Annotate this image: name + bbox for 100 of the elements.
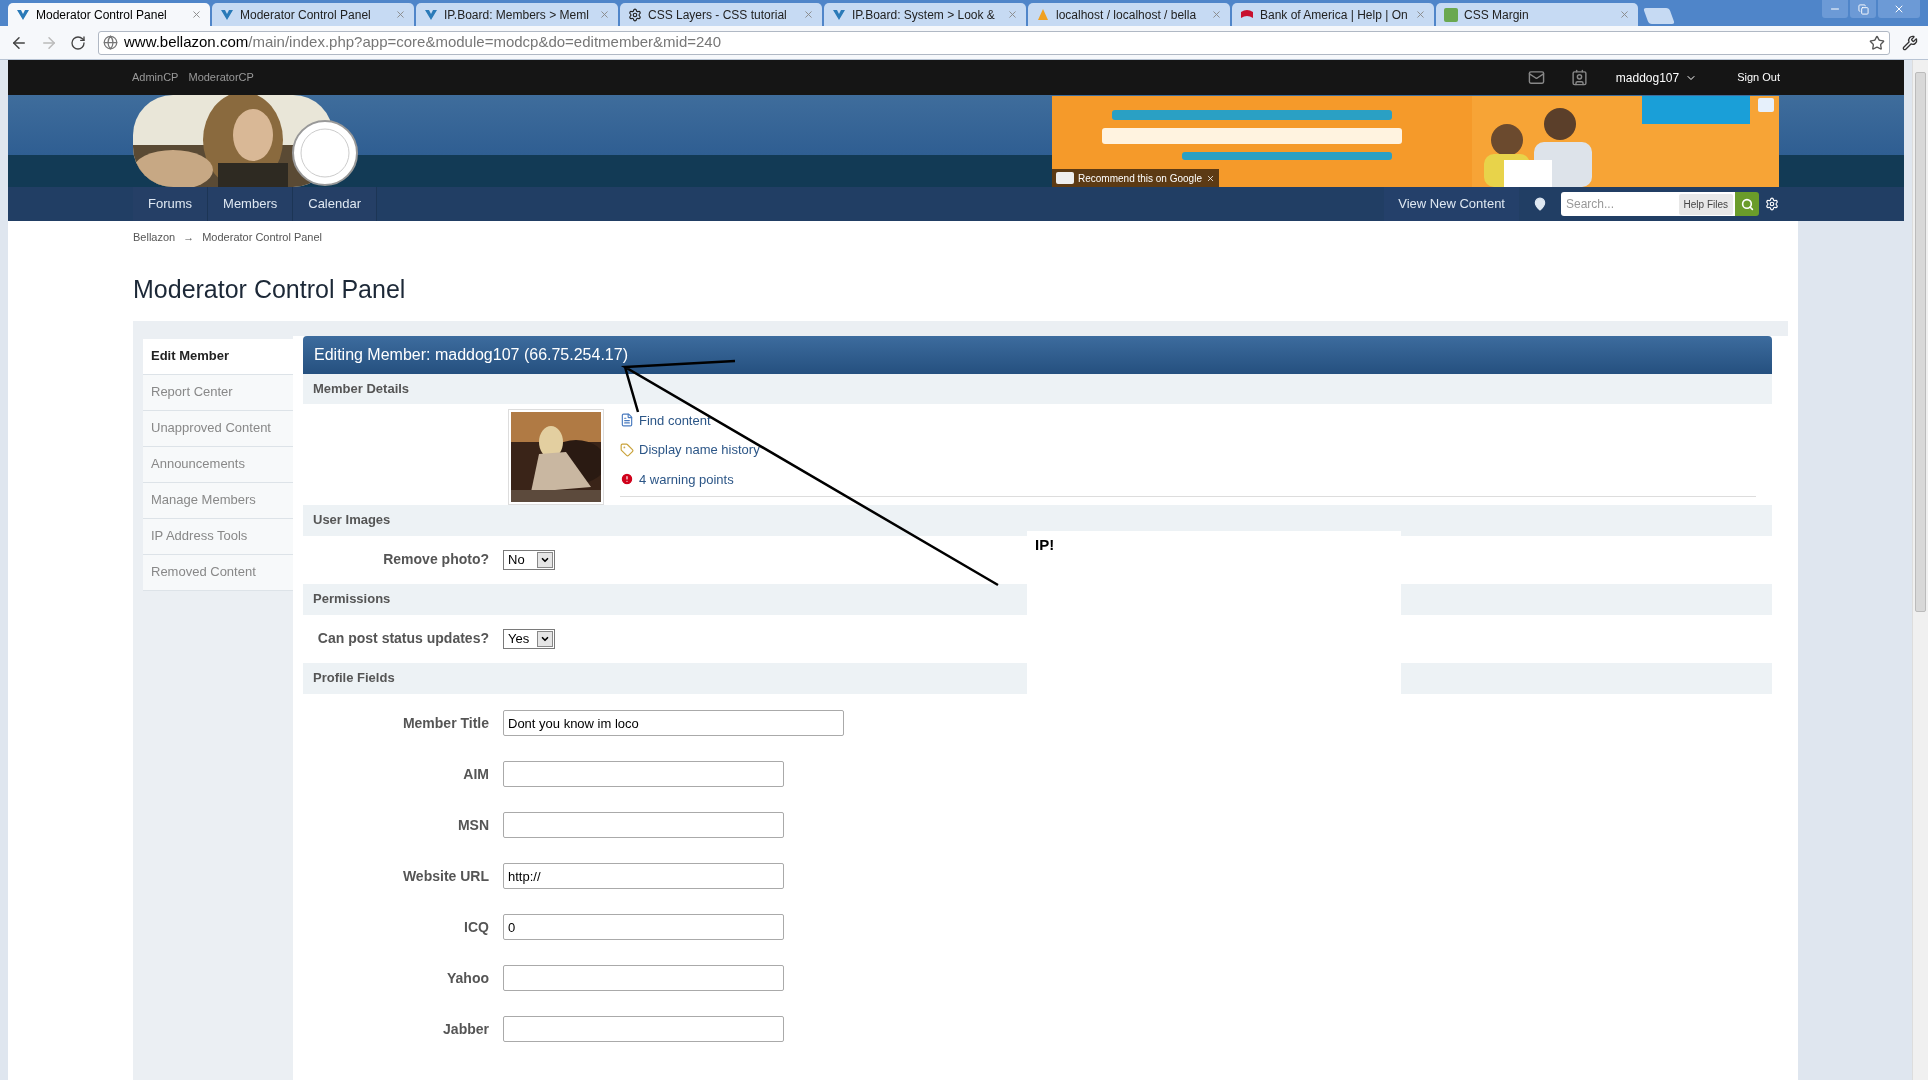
tab-title: CSS Margin <box>1464 6 1530 24</box>
minimize-button[interactable] <box>1822 0 1848 18</box>
field-label: MSN <box>456 815 489 835</box>
restore-icon <box>1857 3 1869 15</box>
section-header: Member Details <box>303 373 1772 404</box>
browser-tab[interactable]: Bank of America | Help | On <box>1232 3 1434 26</box>
warning-icon <box>620 472 634 487</box>
scrollbar-thumb[interactable] <box>1915 72 1926 612</box>
gear-icon <box>628 7 642 22</box>
close-icon <box>1205 173 1215 183</box>
browser-tab[interactable]: CSS Layers - CSS tutorial <box>620 3 822 26</box>
close-icon[interactable] <box>803 9 814 20</box>
contact-card-icon[interactable] <box>1570 69 1588 86</box>
board-logo-icon <box>424 7 438 22</box>
breadcrumb-link[interactable]: Bellazon <box>133 228 176 246</box>
tab-title: Moderator Control Panel <box>36 6 168 24</box>
document-icon <box>620 413 634 428</box>
text-input[interactable] <box>503 761 784 787</box>
restore-button[interactable] <box>1850 0 1876 18</box>
close-icon[interactable] <box>191 9 202 20</box>
sidebar-item[interactable]: Removed Content <box>143 554 293 591</box>
globe-icon <box>103 35 118 50</box>
board-logo-icon <box>832 7 846 22</box>
annotation-note: IP! <box>1035 536 1055 553</box>
field-label: Remove photo? <box>382 550 489 569</box>
tab-title: Bank of America | Help | On <box>1260 6 1409 24</box>
browser-tab[interactable]: IP.Board: System > Look & <box>824 3 1026 26</box>
breadcrumb-arrow: → <box>183 229 195 245</box>
close-icon[interactable] <box>599 9 610 20</box>
breadcrumb-link[interactable]: Moderator Control Panel <box>202 228 323 246</box>
text-input[interactable]: http:// <box>503 863 784 889</box>
search-button[interactable] <box>1735 192 1759 216</box>
url-text: www.bellazon.com/main/index.php?app=core&module=modcp&do=editmember&mid=240 <box>124 32 722 53</box>
map-pin-icon[interactable] <box>1533 197 1547 211</box>
field-label: AIM <box>462 764 489 784</box>
field-label: Member Title <box>401 713 489 733</box>
text-input[interactable] <box>503 812 784 838</box>
help-files-button[interactable]: Help Files <box>1678 193 1733 215</box>
field-label: ICQ <box>463 917 489 937</box>
bookmark-star-icon[interactable] <box>1869 34 1885 51</box>
google-plus-icon <box>1056 172 1074 184</box>
sidebar-item[interactable]: Edit Member <box>143 338 293 375</box>
close-icon <box>1893 3 1905 15</box>
browser-tab[interactable]: CSS Margin <box>1436 3 1638 26</box>
close-icon[interactable] <box>1415 9 1426 20</box>
reload-icon[interactable] <box>70 34 86 51</box>
close-icon[interactable] <box>1619 9 1630 20</box>
board-logo-icon <box>220 7 234 22</box>
close-icon[interactable] <box>1007 9 1018 20</box>
tab-title: IP.Board: Members > Meml <box>444 6 590 24</box>
close-icon[interactable] <box>1211 9 1222 20</box>
sail-icon <box>1036 7 1050 22</box>
member-action-link[interactable]: Display name history <box>639 440 760 460</box>
field-label: Website URL <box>401 866 489 886</box>
search-field[interactable]: Search... Help Files <box>1561 192 1735 216</box>
admin-link[interactable]: AdminCP <box>132 69 179 86</box>
admin-link[interactable]: ModeratorCP <box>188 69 254 86</box>
page-title: Moderator Control Panel <box>133 274 407 305</box>
text-input[interactable] <box>503 965 784 991</box>
dropdown[interactable]: Yes <box>503 628 555 649</box>
field-label: Yahoo <box>446 968 489 988</box>
browser-tab[interactable]: IP.Board: Members > Meml <box>416 3 618 26</box>
panel-header: Editing Member: maddog107 (66.75.254.17) <box>303 335 1772 374</box>
field-label: Jabber <box>442 1019 489 1039</box>
browser-tab[interactable]: Moderator Control Panel <box>8 3 210 26</box>
tab-title: localhost / localhost / bella <box>1056 6 1198 24</box>
nav-tab[interactable]: Calendar <box>293 187 377 221</box>
close-icon[interactable] <box>395 9 406 20</box>
sidebar-item[interactable]: Announcements <box>143 446 293 483</box>
member-action-link[interactable]: Find content <box>639 410 711 430</box>
browser-tab[interactable]: localhost / localhost / bella <box>1028 3 1230 26</box>
sidebar-item[interactable]: Unapproved Content <box>143 410 293 447</box>
member-action-link[interactable]: 4 warning points <box>639 469 734 489</box>
recommend-button[interactable]: Recommend this on Google <box>1052 169 1219 187</box>
wrench-icon[interactable] <box>1902 34 1918 51</box>
address-field[interactable]: www.bellazon.com/main/index.php?app=core&module=modcp&do=editmember&mid=240 <box>98 30 1890 55</box>
new-tab-button[interactable] <box>1643 8 1675 24</box>
close-window-button[interactable] <box>1878 0 1920 18</box>
view-new-content-link[interactable]: View New Content <box>1384 187 1519 221</box>
dropdown[interactable]: No <box>503 549 555 570</box>
text-input[interactable]: 0 <box>503 914 784 940</box>
text-input[interactable]: Dont you know im loco <box>503 710 844 736</box>
user-menu[interactable]: maddog107 <box>1615 68 1698 87</box>
settings-icon[interactable] <box>1765 197 1779 211</box>
section-header: User Images <box>303 504 1772 536</box>
nav-tab[interactable]: Members <box>208 187 294 221</box>
nav-tab[interactable]: Forums <box>133 187 209 221</box>
browser-tab[interactable]: Moderator Control Panel <box>212 3 414 26</box>
sign-out-link[interactable]: Sign Out <box>1737 69 1780 86</box>
w3-logo-icon <box>1444 7 1458 22</box>
sidebar-item[interactable]: Report Center <box>143 374 293 411</box>
sidebar-item[interactable]: Manage Members <box>143 482 293 519</box>
text-input[interactable] <box>503 1016 784 1042</box>
search-icon <box>1740 197 1754 211</box>
mail-icon[interactable] <box>1527 69 1545 86</box>
tab-title: Moderator Control Panel <box>240 6 372 24</box>
tab-title: IP.Board: System > Look & <box>852 6 996 24</box>
tab-title: CSS Layers - CSS tutorial <box>648 6 788 24</box>
board-logo-icon <box>16 7 30 22</box>
field-label: Can post status updates? <box>316 629 489 648</box>
